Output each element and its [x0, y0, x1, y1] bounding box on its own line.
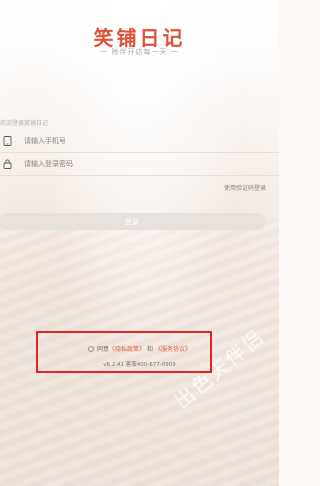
password-field [0, 153, 279, 176]
sms-login-link[interactable]: 使用验证码登录 [224, 183, 266, 192]
agreement-and: 和 [147, 346, 154, 353]
welcome-text: 欢迎登录笑铺日记 [0, 120, 49, 127]
version-text: v6.2.41 客服400-677-0909 [103, 362, 176, 368]
phone-icon [2, 136, 12, 146]
agreement-radio[interactable] [87, 345, 94, 352]
login-button[interactable]: 登录 [0, 213, 266, 230]
app-tagline: 一 除伴开店每一天 一 [100, 48, 179, 56]
phone-input[interactable] [24, 137, 244, 145]
lock-icon [2, 159, 12, 169]
agreement-prefix: 同意 [96, 346, 109, 353]
phone-field [0, 130, 279, 153]
privacy-policy-link[interactable]: 《隐私政策》 [109, 344, 145, 353]
service-agreement-link[interactable]: 《服务协议》 [155, 344, 191, 353]
password-input[interactable] [24, 160, 244, 168]
agreement-row: 同意 《隐私政策》 和 《服务协议》 [0, 344, 279, 353]
